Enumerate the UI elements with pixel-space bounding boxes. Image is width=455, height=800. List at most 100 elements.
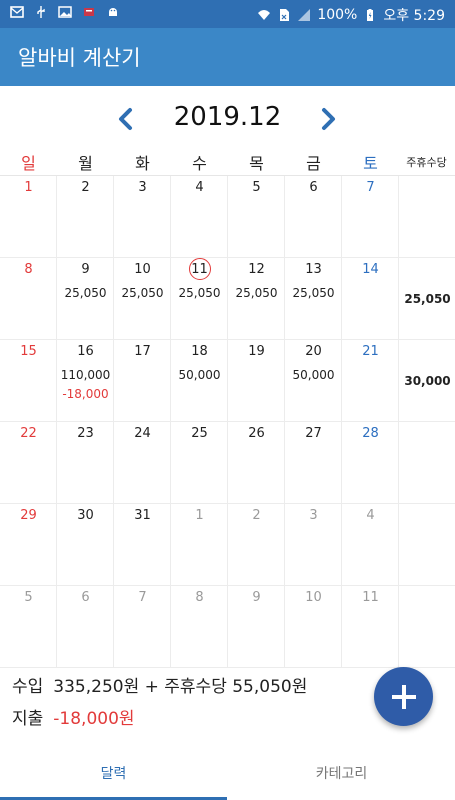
day-number: 1 [24, 180, 33, 195]
signal-icon [298, 9, 311, 21]
calendar-day-cell[interactable]: 31 [114, 504, 171, 586]
mail-icon [10, 6, 24, 18]
day-income-amount: 50,000 [292, 368, 335, 382]
calendar-day-cell[interactable]: 18 50,000 [171, 340, 228, 422]
expense-value: -18,000원 [53, 709, 135, 729]
clock: 오후 5:29 [383, 8, 445, 24]
day-number: 12 [248, 262, 265, 277]
calendar-day-cell[interactable]: 24 [114, 422, 171, 504]
tab-category[interactable]: 카테고리 [228, 750, 455, 800]
weekday-thu: 목 [249, 154, 264, 173]
calendar-day-cell[interactable]: 9 25,050 [57, 258, 114, 340]
day-number: 27 [305, 426, 322, 441]
day-number: 26 [248, 426, 265, 441]
calendar-day-cell[interactable]: 30 [57, 504, 114, 586]
calendar-day-cell[interactable]: 23 [57, 422, 114, 504]
calendar-day-cell[interactable]: 1 [0, 176, 57, 258]
calendar-day-cell[interactable]: 28 [342, 422, 399, 504]
calendar-day-cell[interactable]: 8 [171, 586, 228, 668]
day-number: 4 [366, 508, 375, 523]
weekly-allowance-cell: 25,050 [399, 258, 455, 340]
calendar-day-cell[interactable]: 3 [285, 504, 342, 586]
calendar-day-cell[interactable]: 25 [171, 422, 228, 504]
calendar-day-cell[interactable]: 8 [0, 258, 57, 340]
battery-icon [367, 9, 374, 21]
next-month-button[interactable] [314, 104, 344, 134]
notification-icon [84, 8, 94, 16]
weekday-mon: 월 [78, 154, 93, 173]
day-number: 2 [252, 508, 261, 523]
calendar-day-cell[interactable]: 6 [57, 586, 114, 668]
calendar-day-cell[interactable]: 17 [114, 340, 171, 422]
calendar-day-cell[interactable]: 10 25,050 [114, 258, 171, 340]
calendar-day-cell[interactable]: 7 [114, 586, 171, 668]
day-number: 22 [20, 426, 37, 441]
chevron-right-icon [322, 108, 335, 130]
day-income-amount: 110,000 [60, 368, 111, 382]
calendar-day-cell[interactable]: 21 [342, 340, 399, 422]
tab-calendar[interactable]: 달력 [0, 750, 227, 800]
calendar-day-cell[interactable]: 14 [342, 258, 399, 340]
status-bar-system: 100% 오후 5:29 [257, 5, 445, 25]
sim-icon [280, 9, 290, 21]
income-summary: 수입 335,250원 + 주휴수당 55,050원 [12, 672, 307, 697]
weekday-sat: 토 [363, 154, 378, 173]
app-bar: 알바비 계산기 [0, 28, 455, 86]
calendar-day-cell[interactable]: 11 25,050 [171, 258, 228, 340]
calendar-day-cell[interactable]: 2 [228, 504, 285, 586]
day-number: 10 [305, 590, 322, 605]
day-number: 15 [20, 344, 37, 359]
calendar-day-cell[interactable]: 19 [228, 340, 285, 422]
calendar-day-cell[interactable]: 4 [171, 176, 228, 258]
day-number: 19 [248, 344, 265, 359]
expense-summary: 지출 -18,000원 [12, 704, 135, 729]
income-label: 수입 [12, 677, 44, 697]
day-number: 8 [24, 262, 33, 277]
calendar-day-cell[interactable]: 22 [0, 422, 57, 504]
weekly-allowance-amount: 30,000 [404, 374, 451, 388]
calendar-day-cell[interactable]: 13 25,050 [285, 258, 342, 340]
day-number: 8 [195, 590, 204, 605]
expense-label: 지출 [12, 709, 44, 729]
day-number: 28 [362, 426, 379, 441]
calendar-day-cell[interactable]: 10 [285, 586, 342, 668]
day-number: 11 [191, 262, 208, 277]
calendar-day-cell[interactable]: 1 [171, 504, 228, 586]
day-number: 1 [195, 508, 204, 523]
day-number: 4 [195, 180, 204, 195]
day-number: 10 [134, 262, 151, 277]
day-number: 21 [362, 344, 379, 359]
day-income-amount: 25,050 [178, 286, 221, 300]
calendar-day-cell[interactable]: 26 [228, 422, 285, 504]
weekly-allowance-cell [399, 504, 455, 586]
status-bar: 100% 오후 5:29 [0, 0, 455, 28]
calendar-day-cell[interactable]: 7 [342, 176, 399, 258]
weekday-sun: 일 [21, 154, 36, 173]
day-number: 7 [366, 180, 375, 195]
calendar-day-cell[interactable]: 15 [0, 340, 57, 422]
day-number: 17 [134, 344, 151, 359]
calendar-day-cell[interactable]: 5 [0, 586, 57, 668]
day-number: 16 [77, 344, 94, 359]
day-number: 9 [252, 590, 261, 605]
day-number: 7 [138, 590, 147, 605]
calendar-day-cell[interactable]: 12 25,050 [228, 258, 285, 340]
day-number: 23 [77, 426, 94, 441]
calendar-day-cell[interactable]: 20 50,000 [285, 340, 342, 422]
calendar-day-cell[interactable]: 3 [114, 176, 171, 258]
calendar-day-cell[interactable]: 27 [285, 422, 342, 504]
calendar-day-cell[interactable]: 2 [57, 176, 114, 258]
day-number: 6 [309, 180, 318, 195]
calendar-day-cell[interactable]: 11 [342, 586, 399, 668]
calendar-day-cell[interactable]: 9 [228, 586, 285, 668]
calendar-day-cell[interactable]: 29 [0, 504, 57, 586]
calendar-day-cell[interactable]: 6 [285, 176, 342, 258]
income-value: 335,250원 + 주휴수당 55,050원 [53, 677, 308, 697]
weekday-tue: 화 [135, 154, 150, 173]
calendar-day-cell[interactable]: 4 [342, 504, 399, 586]
add-entry-button[interactable] [374, 667, 433, 726]
day-number: 13 [305, 262, 322, 277]
day-number: 25 [191, 426, 208, 441]
calendar-day-cell[interactable]: 16 110,000 -18,000 [57, 340, 114, 422]
calendar-day-cell[interactable]: 5 [228, 176, 285, 258]
